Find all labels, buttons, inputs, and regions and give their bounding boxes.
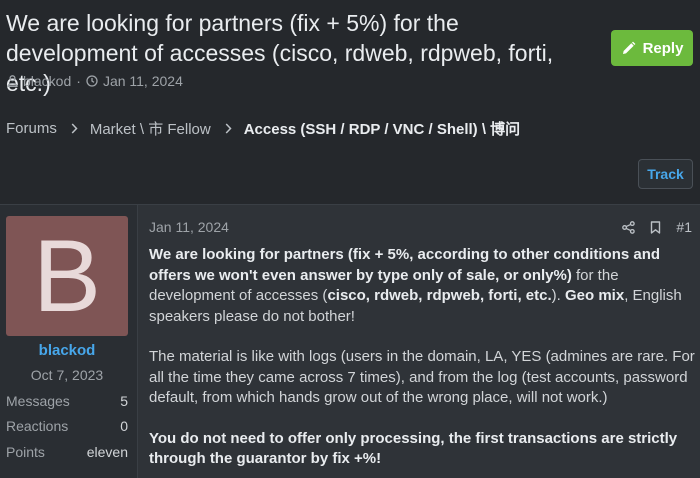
post-body: We are looking for partners (fix + 5%, a…: [149, 245, 695, 478]
stat-value: eleven: [86, 444, 128, 460]
post-date-link[interactable]: Jan 11, 2024: [149, 219, 229, 235]
thread-date-link[interactable]: Jan 11, 2024: [103, 73, 183, 89]
pencil-icon: [621, 41, 643, 56]
post-actions: #1: [607, 219, 692, 235]
chevron-right-icon: [71, 122, 78, 134]
post-paragraph: The material is like with logs (users in…: [149, 348, 695, 406]
stat-label: Reactions: [6, 418, 69, 434]
breadcrumb-current[interactable]: Access (SSH / RDP / VNC / Shell) \ 博问: [244, 118, 520, 139]
post-text: ).: [551, 287, 565, 304]
post-bold-text: Geo mix: [565, 287, 625, 304]
breadcrumb: Forums Market \ 市 Fellow Access (SSH / R…: [6, 118, 520, 138]
post-number-link[interactable]: #1: [676, 219, 692, 235]
stat-label: Messages: [6, 393, 70, 409]
thread-meta: blackod · Jan 11, 2024: [7, 73, 183, 89]
breadcrumb-market[interactable]: Market \ 市 Fellow: [90, 118, 211, 139]
stat-value: 5: [120, 393, 128, 409]
track-button[interactable]: Track: [638, 159, 693, 189]
chevron-right-icon: [225, 122, 232, 134]
share-icon[interactable]: [622, 220, 636, 234]
meta-separator: ·: [76, 73, 81, 89]
stat-value: 0: [120, 418, 128, 434]
post-paragraph: We are looking for partners (fix + 5%, a…: [149, 245, 695, 327]
clock-icon: [86, 75, 98, 87]
post: B blackod Oct 7, 2023 Messages 5 Reactio…: [0, 204, 700, 478]
user-icon: [7, 75, 18, 87]
thread-author-link[interactable]: blackod: [23, 73, 71, 89]
post-bold-text: cisco, rdweb, rdpweb, forti, etc.: [327, 287, 552, 304]
breadcrumb-forums[interactable]: Forums: [6, 120, 57, 137]
stat-points: Points eleven: [6, 444, 128, 462]
bookmark-icon[interactable]: [650, 220, 661, 234]
thread-page: We are looking for partners (fix + 5%) f…: [0, 0, 700, 478]
stat-label: Points: [6, 444, 45, 460]
avatar[interactable]: B: [6, 216, 128, 336]
stat-reactions: Reactions 0: [6, 418, 128, 436]
post-bold-text: You do not need to offer only processing…: [149, 429, 678, 468]
stat-messages: Messages 5: [6, 393, 128, 411]
reply-button[interactable]: Reply: [611, 30, 693, 66]
reply-label: Reply: [642, 39, 684, 57]
post-user-cell: B blackod Oct 7, 2023 Messages 5 Reactio…: [0, 205, 138, 478]
post-paragraph: You do not need to offer only processing…: [149, 429, 695, 470]
join-date: Oct 7, 2023: [30, 367, 104, 383]
username-link[interactable]: blackod: [0, 342, 134, 359]
